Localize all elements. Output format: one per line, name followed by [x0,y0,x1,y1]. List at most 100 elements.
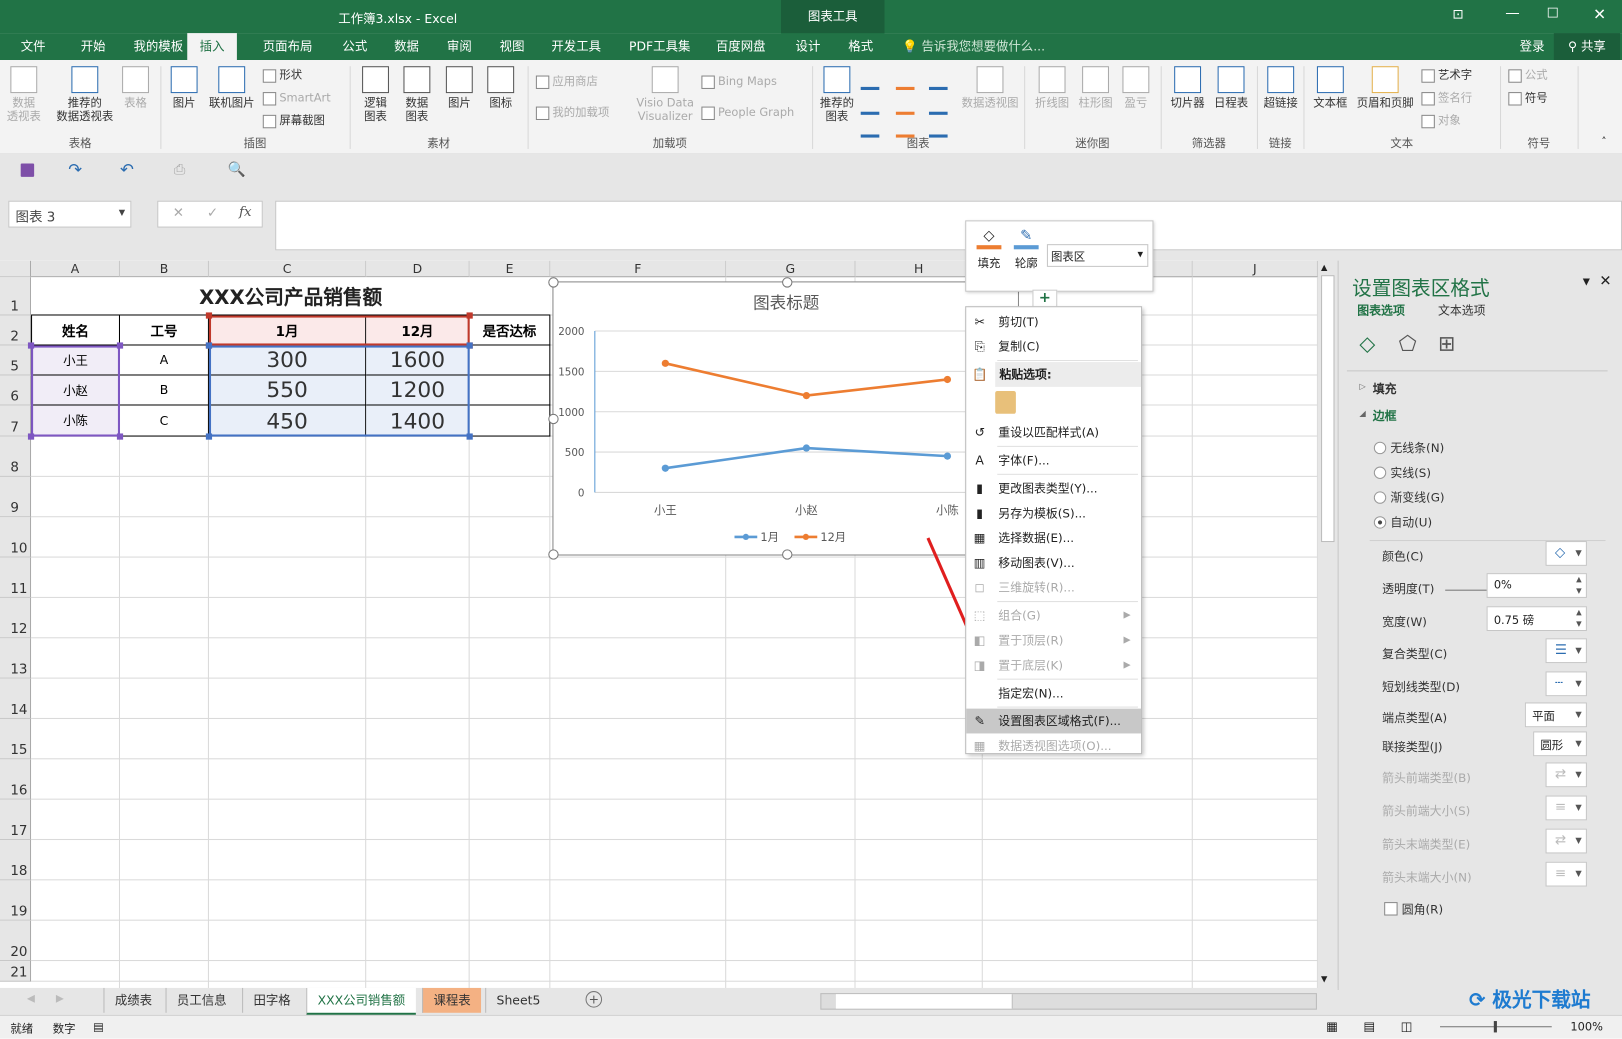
data-chart-button[interactable]: 数据 图表 [397,66,436,123]
next-sheet-icon[interactable]: ▶ [56,993,64,1004]
header-footer-button[interactable]: 页眉和页脚 [1353,66,1417,110]
spinner-icon[interactable]: ▲ ▼ [1576,607,1582,630]
chart-type-button[interactable] [860,95,880,115]
outline-button[interactable]: ✎ 轮廓 [1012,228,1041,271]
range-handle[interactable] [205,342,213,349]
sheet-tab[interactable]: 员工信息 [165,987,237,1013]
table-cell[interactable]: 小王 [31,345,121,376]
row-header[interactable]: 8 [0,436,32,477]
print-icon[interactable]: ⎙ [174,161,186,178]
row-header[interactable]: 2 [0,315,32,346]
section-fill[interactable]: 填充 [1373,381,1397,398]
transparency-slider[interactable] [1445,589,1487,591]
tab-0[interactable]: 文件 [19,33,48,60]
compound-type-dropdown[interactable]: ☰ ▼ [1545,638,1587,664]
table-cell[interactable]: 1400 [366,405,470,437]
color-picker[interactable]: ◇ ▼ [1545,541,1587,566]
row-header[interactable]: 5 [0,345,32,376]
context-menu-item[interactable]: ▮ 更改图表类型(Y)... [966,476,1141,501]
scroll-up-icon[interactable]: ▲ [1321,263,1327,272]
people-graph-button[interactable]: People Graph [701,106,794,120]
context-menu-item[interactable]: 指定宏(N)... [966,681,1141,706]
page-break-view-icon[interactable]: ◫ [1401,1019,1413,1033]
print-preview-icon[interactable]: 🔍 [228,161,246,178]
row-header[interactable]: 16 [0,759,32,800]
maximize-icon[interactable]: ☐ [1547,6,1559,22]
tab-13[interactable]: 格式 [846,33,875,60]
radio-button[interactable] [1373,516,1387,529]
row-header[interactable]: 21 [0,961,32,982]
radio-button[interactable] [1373,441,1387,455]
range-handle[interactable] [466,342,473,349]
sparkline-winloss-button[interactable]: 盈亏 [1117,66,1154,110]
normal-view-icon[interactable]: ▦ [1326,1019,1338,1033]
chart-element-dropdown[interactable]: 图表区 ▼ [1046,244,1149,267]
pivot-chart-button[interactable]: 数据透视图 [960,66,1020,110]
sheet-tab[interactable]: 田字格 [242,987,301,1013]
horizontal-scrollbar[interactable] [820,993,1317,1010]
tab-10[interactable]: PDF工具集 [627,33,693,60]
login-link[interactable]: 登录 [1518,33,1547,60]
picture-button[interactable]: 图片 [166,66,203,110]
my-addins-button[interactable]: 我的加载项 [535,106,609,120]
collapse-ribbon-icon[interactable]: ˄ [1601,137,1606,148]
context-menu-item[interactable]: A 字体(F)... [966,448,1141,473]
store-button[interactable]: 应用商店 [535,74,598,89]
online-picture-button[interactable]: 联机图片 [205,66,259,110]
tab-11[interactable]: 百度网盘 [714,33,768,60]
context-menu-item[interactable]: ↺ 重设以匹配样式(A) [966,420,1141,445]
range-handle[interactable] [116,433,124,440]
recommended-charts-button[interactable]: 推荐的 图表 [815,66,858,123]
section-border[interactable]: 边框 [1373,408,1397,425]
tab-4[interactable]: 页面布局 [261,33,315,60]
range-handle[interactable] [116,342,124,349]
slicer-button[interactable]: 切片器 [1167,66,1208,110]
table-cell[interactable]: 1600 [366,345,470,376]
row-header[interactable]: 9 [0,476,32,518]
paste-keep-formatting-button[interactable] [995,391,1016,414]
tab-3[interactable]: 插入 [187,33,237,61]
radio-button[interactable] [1373,466,1387,479]
row-header[interactable]: 1 [0,277,32,316]
column-header-G[interactable]: G [726,260,856,278]
table-header-cell[interactable]: 12月 [366,315,470,346]
rounded-corners-checkbox[interactable] [1384,902,1398,916]
tab-5[interactable]: 公式 [340,33,369,60]
join-type-dropdown[interactable]: 圆形 ▼ [1533,731,1587,757]
select-all-corner[interactable] [0,260,32,278]
chart[interactable]: 图表标题 0 500 1000 1500 2000 小王 小赵 小陈 1月 12月 [548,277,1019,560]
table-header-cell[interactable]: 1月 [208,315,367,346]
scroll-down-icon[interactable]: ▼ [1321,974,1327,983]
table-cell[interactable]: A [120,345,209,376]
zoom-level[interactable]: 100% [1570,1020,1603,1033]
add-sheet-button[interactable]: + [585,991,603,1008]
name-box[interactable]: 图表 3 ▼ [8,200,132,228]
chart-type-button[interactable] [895,118,915,138]
pane-close-icon[interactable]: ✕ [1599,273,1611,290]
table-header-cell[interactable]: 是否达标 [469,315,551,346]
sheet-tab[interactable]: Sheet5 [485,987,551,1013]
table-button[interactable]: 表格 [118,66,153,110]
shapes-button[interactable]: 形状 [262,68,302,83]
column-header-E[interactable]: E [469,260,551,278]
resize-handle[interactable] [548,413,559,425]
column-header-A[interactable]: A [31,260,121,278]
table-cell[interactable]: C [120,405,209,437]
enter-button[interactable]: ✓ [207,206,218,222]
chart-type-button[interactable] [928,70,948,91]
prev-sheet-icon[interactable]: ◀ [27,993,35,1004]
range-handle[interactable] [205,312,213,319]
tell-me-search[interactable]: 💡 告诉我您想要做什么... [900,33,1047,60]
bing-maps-button[interactable]: Bing Maps [701,74,777,89]
chart-type-button[interactable] [928,118,948,138]
equation-button[interactable]: 公式 [1508,68,1548,83]
timeline-button[interactable]: 日程表 [1210,66,1251,110]
range-handle[interactable] [466,433,473,440]
row-header[interactable]: 12 [0,597,32,639]
table-cell[interactable] [469,405,551,437]
resize-handle[interactable] [782,277,793,288]
table-cell[interactable]: 1200 [366,375,470,406]
width-input[interactable]: 0.75 磅 ▲ ▼ [1486,606,1587,632]
table-cell[interactable] [469,345,551,376]
tab-12[interactable]: 设计 [793,33,822,60]
